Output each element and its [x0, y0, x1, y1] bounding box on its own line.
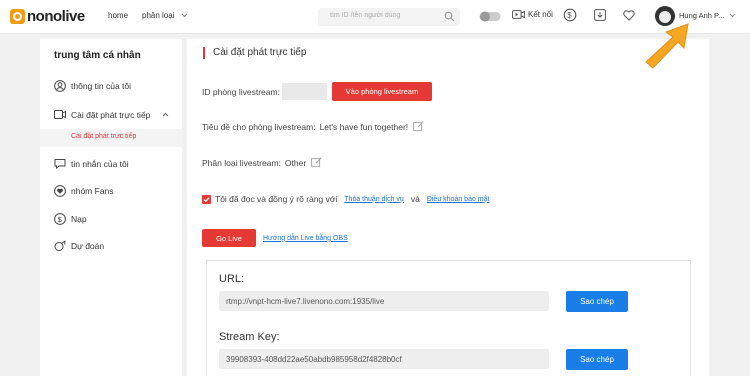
sidebar-item-my-info[interactable]: thông tin của tôi — [54, 80, 131, 92]
room-id-row: ID phòng livestream: Vào phòng livestrea… — [202, 82, 432, 101]
logo-icon — [10, 9, 25, 24]
edit-icon[interactable] — [413, 121, 424, 132]
nonolive-logo[interactable]: nonolive — [10, 8, 85, 25]
pointer-arrow-icon — [645, 23, 689, 69]
sidebar-item-label: nhóm Fans — [71, 186, 114, 196]
copy-key-button[interactable]: Sao chép — [566, 349, 628, 370]
go-live-button[interactable]: Go Live — [202, 229, 256, 247]
url-field[interactable]: rtmp://vnpt-hcm-live7.livenono.com:1935/… — [219, 291, 549, 311]
title-label: Tiêu đề cho phòng livestream: — [202, 121, 316, 132]
sidebar-item-topup[interactable]: $ Nạp — [54, 213, 87, 225]
sidebar-item-label: Nạp — [71, 214, 87, 224]
search-input[interactable]: tìm ID /tên người dùng — [318, 8, 460, 26]
sidebar-item-label: tin nhắn của tôi — [71, 158, 129, 169]
nav-category[interactable]: phân loại — [142, 11, 188, 20]
sidebar-item-fans[interactable]: nhóm Fans — [54, 185, 114, 197]
connect-button[interactable]: Kết nối — [512, 9, 553, 20]
agreement-row: Tôi đã đọc và đồng ý rõ ràng với Thỏa th… — [202, 194, 489, 204]
chevron-down-icon — [181, 13, 188, 18]
edit-icon[interactable] — [311, 157, 322, 168]
stream-info-box: URL: rtmp://vnpt-hcm-live7.livenono.com:… — [206, 260, 691, 376]
copy-url-button[interactable]: Sao chép — [566, 291, 628, 312]
nav-home[interactable]: home — [108, 11, 128, 20]
nav-category-label: phân loại — [142, 11, 175, 20]
room-id-value-redacted — [281, 83, 327, 100]
sidebar-item-messages[interactable]: tin nhắn của tôi — [54, 158, 129, 169]
svg-text:$: $ — [58, 215, 63, 224]
enter-room-button[interactable]: Vào phòng livestream — [331, 82, 432, 101]
top-header: nonolive home phân loại tìm ID /tên ngườ… — [0, 0, 750, 34]
room-id-label: ID phòng livestream: — [202, 86, 280, 97]
download-icon[interactable] — [594, 9, 606, 21]
video-icon — [54, 110, 66, 119]
chevron-up-icon — [162, 112, 169, 117]
coin-icon[interactable]: $ — [563, 8, 577, 22]
category-row: Phân loại livestream: Other — [202, 157, 322, 168]
chevron-down-icon — [730, 13, 736, 18]
live-settings-panel: Cài đặt phát trực tiếp ID phòng livestre… — [187, 39, 709, 376]
agree-text: Tôi đã đọc và đồng ý rõ ràng với — [215, 194, 338, 204]
sidebar-subitem-label: Cài đặt phát trực tiếp — [71, 133, 137, 140]
search-icon[interactable] — [444, 11, 455, 22]
url-label: URL: — [219, 273, 245, 285]
obs-guide-link[interactable]: Hướng dẫn Live bằng OBS — [263, 235, 348, 242]
and-text: và — [410, 194, 420, 204]
heart-icon — [54, 185, 66, 197]
sidebar: trung tâm cá nhân thông tin của tôi Cài … — [40, 39, 182, 376]
sidebar-item-predict[interactable]: Dự đoán — [54, 240, 104, 252]
category-value: Other — [284, 157, 307, 168]
coin-icon: $ — [54, 213, 66, 225]
search-placeholder: tìm ID /tên người dùng — [330, 12, 401, 19]
stream-key-field[interactable]: 39908393-408dd22ae50abdb985958d2f4828b0c… — [219, 349, 549, 369]
section-title: Cài đặt phát trực tiếp — [203, 47, 306, 59]
terms-link[interactable]: Thỏa thuận dịch vụ — [344, 196, 404, 203]
predict-icon — [54, 240, 66, 251]
sidebar-item-label: Dự đoán — [71, 241, 105, 251]
message-icon — [54, 159, 66, 169]
go-live-row: Go Live Hướng dẫn Live bằng OBS — [202, 229, 348, 247]
video-camera-icon — [512, 10, 525, 19]
sidebar-subitem-live-settings[interactable]: Cài đặt phát trực tiếp — [40, 129, 182, 147]
agree-checkbox[interactable] — [202, 194, 211, 204]
check-icon — [203, 196, 210, 202]
username-label: Hung Anh P... — [679, 11, 725, 20]
title-row: Tiêu đề cho phòng livestream: Let's have… — [202, 121, 424, 132]
user-icon — [54, 80, 66, 92]
sidebar-item-live-settings[interactable]: Cài đặt phát trực tiếp — [54, 109, 174, 120]
category-label: Phân loại livestream: — [202, 157, 281, 168]
username[interactable]: Hung Anh P... — [679, 11, 736, 20]
stream-key-label: Stream Key: — [219, 331, 280, 343]
sidebar-item-label: Cài đặt phát trực tiếp — [71, 109, 151, 120]
sidebar-title: trung tâm cá nhân — [54, 50, 141, 61]
heart-outline-icon[interactable] — [623, 10, 635, 21]
svg-text:$: $ — [567, 11, 572, 20]
privacy-link[interactable]: Điều khoản bảo mật — [427, 196, 490, 203]
sidebar-item-label: thông tin của tôi — [71, 81, 132, 91]
toggle-switch-icon[interactable] — [479, 11, 501, 22]
connect-label: Kết nối — [528, 10, 553, 19]
title-value: Let's have fun together! — [319, 121, 409, 132]
